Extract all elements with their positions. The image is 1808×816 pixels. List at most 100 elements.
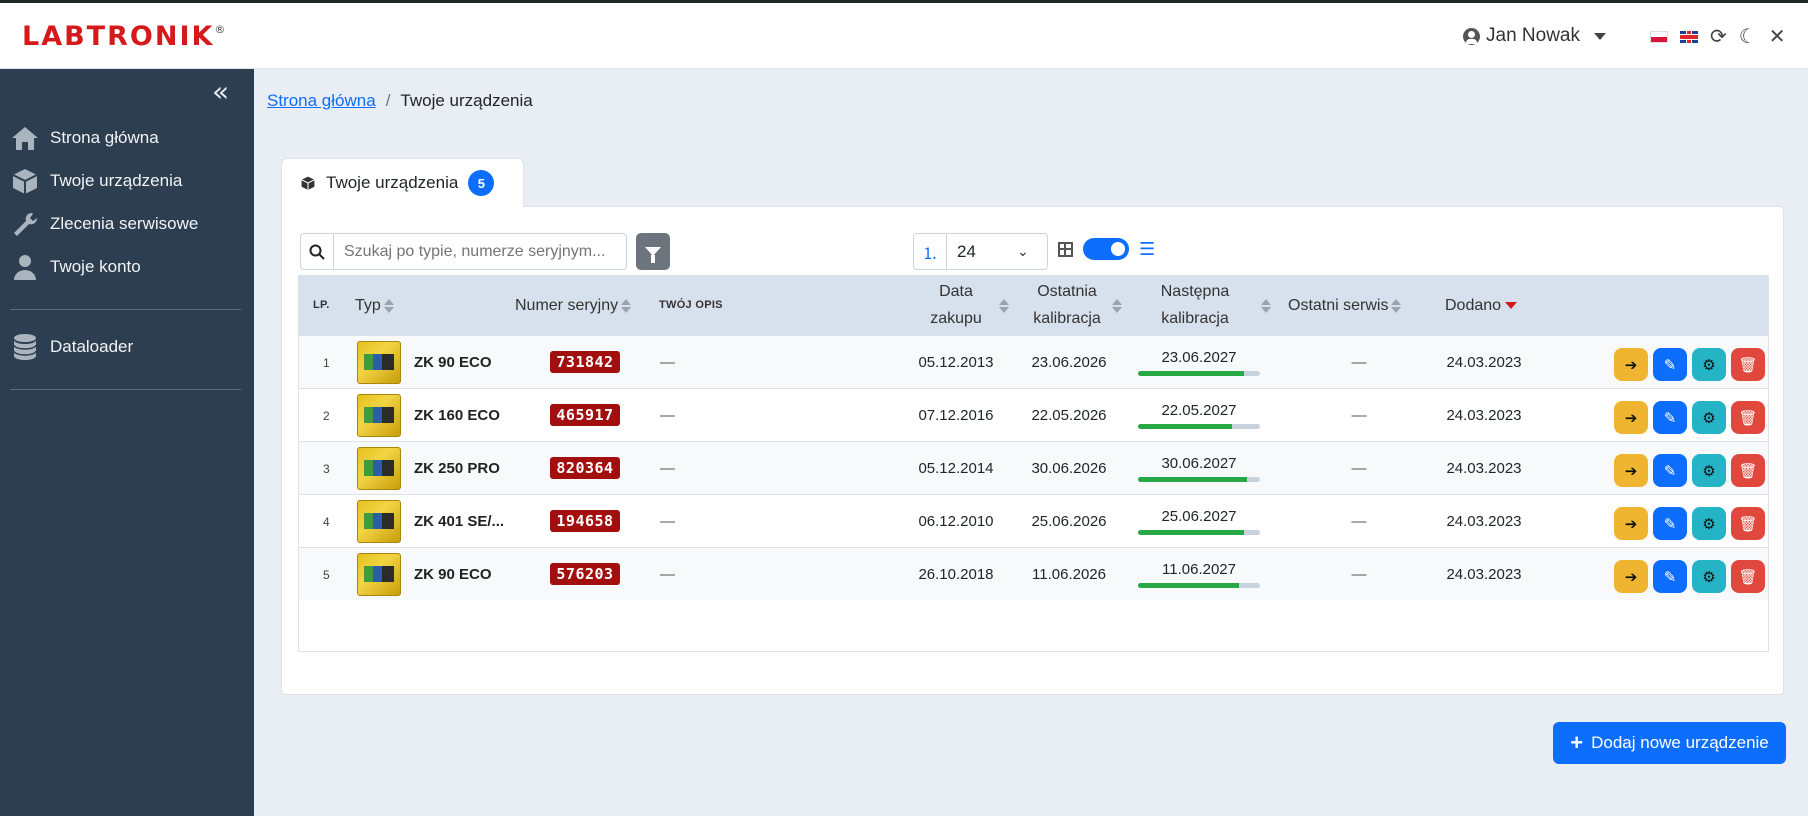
delete-device-button[interactable]: 🗑: [1731, 348, 1765, 381]
list-view-icon[interactable]: ☰: [1139, 239, 1155, 260]
gears-icon: ⚙: [1702, 568, 1716, 586]
next-calibration: 11.06.2027: [1137, 548, 1261, 601]
open-device-button[interactable]: ➔: [1614, 401, 1648, 434]
grid-view-icon[interactable]: [1058, 241, 1073, 257]
col-added[interactable]: Dodano: [1445, 292, 1518, 319]
sort-icon[interactable]: [1261, 299, 1271, 313]
arrow-right-icon: ➔: [1624, 462, 1638, 480]
table-row[interactable]: 3 ZK 250 PRO 820364 — 05.12.2014 30.06.2026 30…: [299, 441, 1768, 494]
sort-icon[interactable]: [999, 299, 1009, 313]
col-type[interactable]: Typ: [355, 292, 394, 319]
serial-badge: 194658: [550, 510, 620, 532]
sidebar-item-devices[interactable]: Twoje urządzenia: [10, 167, 182, 195]
sidebar-item-dataloader[interactable]: Dataloader: [10, 333, 133, 361]
settings-device-button[interactable]: ⚙: [1692, 560, 1726, 593]
progress-fill: [1138, 371, 1245, 376]
logo[interactable]: LABTRONIK®: [22, 21, 227, 52]
sort-icon[interactable]: [1112, 299, 1122, 313]
sidebar-item-home[interactable]: Strona główna: [10, 124, 159, 152]
sidebar-item-label: Twoje urządzenia: [50, 171, 183, 190]
col-lastservice-label: Ostatni serwis: [1288, 297, 1389, 314]
trash-icon: 🗑: [1738, 515, 1758, 533]
add-device-button[interactable]: + Dodaj nowe urządzenie: [1553, 722, 1786, 764]
col-next-calibration[interactable]: Następna kalibracja: [1147, 278, 1243, 332]
sidebar-item-service-orders[interactable]: Zlecenia serwisowe: [10, 210, 198, 238]
collapse-sidebar-button[interactable]: «: [212, 75, 229, 108]
arrow-right-icon: ➔: [1624, 409, 1638, 427]
serial-cell: 731842: [537, 342, 633, 382]
breadcrumb-home-link[interactable]: Strona główna: [267, 91, 376, 110]
serial-badge: 576203: [550, 563, 620, 585]
settings-device-button[interactable]: ⚙: [1692, 454, 1726, 487]
delete-device-button[interactable]: 🗑: [1731, 560, 1765, 593]
last-calibration: 11.06.2026: [1032, 566, 1106, 583]
col-purchase-date[interactable]: Data zakupu: [911, 278, 1001, 332]
close-icon[interactable]: ✕: [1769, 27, 1786, 47]
home-icon: [12, 127, 38, 150]
settings-device-button[interactable]: ⚙: [1692, 401, 1726, 434]
delete-device-button[interactable]: 🗑: [1731, 454, 1765, 487]
refresh-icon[interactable]: ⟳: [1710, 27, 1727, 47]
col-description: TWÓJ OPIS: [659, 299, 723, 311]
open-device-button[interactable]: ➔: [1614, 507, 1648, 540]
devices-panel: ⒈ 24 ⌄ ☰ LP. Typ Numer seryjny TWÓJ OPIS…: [281, 206, 1784, 695]
per-page-select[interactable]: ⒈ 24 ⌄: [913, 233, 1048, 270]
settings-device-button[interactable]: ⚙: [1692, 348, 1726, 381]
last-calibration: 25.06.2026: [1031, 513, 1107, 530]
device-type: ZK 90 ECO: [414, 566, 492, 583]
col-serial[interactable]: Numer seryjny: [515, 292, 632, 319]
edit-device-button[interactable]: ✎: [1653, 348, 1687, 381]
purchase-date: 06.12.2010: [918, 513, 994, 530]
tab-devices[interactable]: Twoje urządzenia 5: [281, 158, 524, 207]
open-device-button[interactable]: ➔: [1614, 348, 1648, 381]
delete-device-button[interactable]: 🗑: [1731, 401, 1765, 434]
last-service: —: [1351, 407, 1367, 424]
trash-icon: 🗑: [1738, 568, 1758, 586]
delete-device-button[interactable]: 🗑: [1731, 507, 1765, 540]
user-menu[interactable]: Jan Nowak: [1463, 25, 1606, 47]
edit-device-button[interactable]: ✎: [1653, 507, 1687, 540]
last-calibration: 30.06.2026: [1031, 460, 1107, 477]
next-calibration: 23.06.2027: [1137, 336, 1261, 389]
sidebar-item-label: Zlecenia serwisowe: [50, 214, 199, 233]
filter-button[interactable]: [636, 233, 670, 270]
row-number: 2: [323, 408, 330, 423]
col-last-service[interactable]: Ostatni serwis: [1288, 292, 1402, 319]
edit-device-button[interactable]: ✎: [1653, 401, 1687, 434]
open-device-button[interactable]: ➔: [1614, 454, 1648, 487]
trash-icon: 🗑: [1738, 462, 1758, 480]
edit-device-button[interactable]: ✎: [1653, 560, 1687, 593]
sidebar-item-account[interactable]: Twoje konto: [10, 253, 141, 281]
breadcrumb-separator: /: [385, 91, 391, 110]
row-number: 4: [323, 514, 330, 529]
settings-device-button[interactable]: ⚙: [1692, 507, 1726, 540]
table-row[interactable]: 2 ZK 160 ECO 465917 — 07.12.2016 22.05.2026 22…: [299, 388, 1768, 441]
added-date: 24.03.2023: [1446, 407, 1522, 424]
view-switch[interactable]: [1083, 238, 1129, 260]
device-description: —: [660, 566, 675, 583]
sidebar-item-label: Strona główna: [50, 128, 159, 147]
chevron-down-icon: ⌄: [1017, 243, 1029, 259]
table-row[interactable]: 5 ZK 90 ECO 576203 — 26.10.2018 11.06.2026 11.…: [299, 547, 1768, 600]
arrow-right-icon: ➔: [1624, 515, 1638, 533]
last-service: —: [1351, 566, 1367, 583]
device-description: —: [660, 513, 675, 530]
open-device-button[interactable]: ➔: [1614, 560, 1648, 593]
added-date: 24.03.2023: [1446, 354, 1522, 371]
table-row[interactable]: 4 ZK 401 SE/... 194658 — 06.12.2010 25.06.202…: [299, 494, 1768, 547]
search-input[interactable]: [334, 242, 619, 261]
col-last-calibration[interactable]: Ostatnia kalibracja: [1021, 278, 1113, 332]
edit-device-button[interactable]: ✎: [1653, 454, 1687, 487]
flag-gb-icon[interactable]: [1680, 31, 1698, 43]
wrench-icon: [14, 212, 38, 236]
arrow-right-icon: ➔: [1624, 568, 1638, 586]
calibration-progress-bar: [1138, 371, 1260, 376]
next-calibration-date: 25.06.2027: [1161, 508, 1237, 525]
col-purchase-label: zakupu: [930, 310, 982, 327]
device-type: ZK 401 SE/...: [414, 513, 505, 530]
flag-pl-icon[interactable]: [1650, 31, 1668, 43]
moon-icon[interactable]: ☾: [1739, 27, 1757, 47]
row-actions: ➔ ✎ ⚙ 🗑: [1614, 401, 1765, 434]
table-row[interactable]: 1 ZK 90 ECO 731842 — 05.12.2013 23.06.2026 23.…: [299, 335, 1768, 388]
top-icons: ⟳ ☾ ✕: [1650, 27, 1785, 47]
